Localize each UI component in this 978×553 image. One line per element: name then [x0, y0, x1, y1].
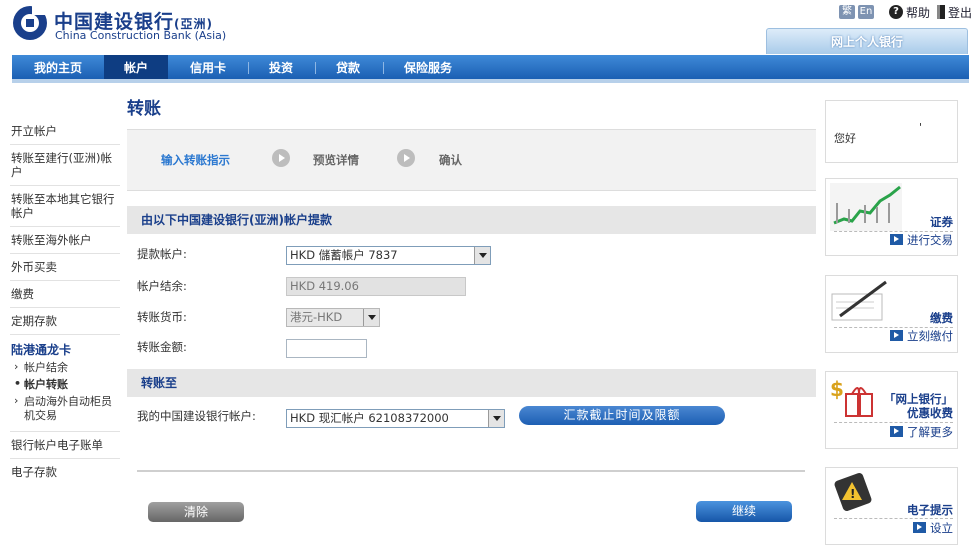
promo-box-bill-payment[interactable]: 缴费 立刻缴付 — [825, 275, 958, 353]
step-arrow-icon — [397, 149, 415, 167]
sidebar-sub-account-transfer[interactable]: 帐户转账 — [10, 377, 120, 394]
nav-insurance[interactable]: 保险服务 — [388, 55, 468, 79]
continue-button[interactable]: 继续 — [696, 501, 792, 522]
sidebar-item-e-deposit[interactable]: 电子存款 — [10, 459, 120, 485]
amount-label: 转账金额: — [137, 340, 187, 354]
cutoff-time-button[interactable]: 汇款截止时间及限额 — [519, 406, 725, 425]
clear-button[interactable]: 清除 — [148, 502, 244, 522]
pen-paper-icon — [831, 280, 887, 321]
arrow-right-icon — [890, 330, 903, 341]
sidebar-group-title: 陆港通龙卡 — [11, 343, 72, 357]
arrow-right-icon — [890, 426, 903, 437]
sidebar-item-transfer-local[interactable]: 转账至本地其它银行帐户 — [10, 186, 120, 227]
personal-banking-tab[interactable]: 网上个人银行 — [766, 28, 968, 54]
debit-section-header: 由以下中国建设银行(亚洲)帐户提款 — [127, 206, 816, 234]
step-confirm: 确认 — [439, 153, 462, 167]
dropdown-arrow-icon[interactable] — [488, 410, 504, 427]
arrow-right-icon — [890, 234, 903, 245]
step-preview: 预览详情 — [313, 153, 359, 167]
logout-link[interactable]: 登出 — [948, 4, 972, 21]
nav-separator — [248, 62, 249, 74]
promo-link-fee-offer[interactable]: 了解更多 — [890, 424, 953, 440]
left-sidebar: 开立帐户 转账至建行(亚洲)帐户 转账至本地其它银行帐户 转账至海外帐户 外币买… — [10, 118, 120, 485]
greeting-box: 您好 ' — [825, 100, 958, 163]
dropdown-arrow-icon[interactable] — [363, 309, 379, 326]
svg-text:!: ! — [850, 487, 855, 501]
promo-divider — [834, 518, 953, 519]
balance-value: HKD 419.06 — [286, 277, 466, 296]
nav-separator — [383, 62, 384, 74]
to-account-value: HKD 现汇帐户 62108372000 — [290, 411, 449, 425]
top-links: 繁 En ? 帮助 登出 — [838, 4, 972, 21]
sidebar-item-transfer-ccba[interactable]: 转账至建行(亚洲)帐户 — [10, 145, 120, 186]
promo-title-securities: 证券 — [930, 215, 953, 229]
greeting-text: 您好 — [834, 132, 856, 145]
arrow-right-icon — [913, 522, 926, 533]
sidebar-sub-account-balance[interactable]: 帐户结余 — [10, 360, 120, 377]
form-divider — [137, 470, 805, 472]
amount-input[interactable] — [286, 339, 367, 358]
svg-text:$: $ — [830, 377, 844, 401]
page-title: 转账 — [127, 99, 161, 119]
currency-select[interactable]: 港元-HKD — [286, 308, 380, 327]
gift-dollar-icon: $ — [830, 377, 873, 417]
help-icon[interactable]: ? — [888, 5, 903, 19]
sidebar-item-fx[interactable]: 外币买卖 — [10, 254, 120, 281]
english-toggle[interactable]: En — [857, 5, 874, 19]
currency-value: 港元-HKD — [290, 310, 343, 324]
traditional-chinese-toggle[interactable]: 繁 — [838, 5, 855, 19]
promo-link-e-alert[interactable]: 设立 — [913, 520, 953, 536]
logout-icon[interactable] — [936, 5, 945, 19]
help-link[interactable]: 帮助 — [906, 4, 930, 21]
main-nav: 我的主页 帐户 信用卡 投资 贷款 保险服务 — [12, 55, 969, 83]
promo-link-securities[interactable]: 进行交易 — [890, 232, 953, 248]
sidebar-item-estatement[interactable]: 银行帐户电子账单 — [10, 432, 120, 459]
stock-chart-icon — [830, 183, 902, 231]
nav-loans[interactable]: 贷款 — [318, 55, 378, 79]
promo-box-securities[interactable]: 证券 进行交易 — [825, 178, 958, 256]
step-arrow-icon — [272, 149, 290, 167]
to-account-select[interactable]: HKD 现汇帐户 62108372000 — [286, 409, 505, 428]
sidebar-item-open-account[interactable]: 开立帐户 — [10, 118, 120, 145]
promo-divider — [834, 422, 953, 423]
ccb-logo-icon — [13, 5, 48, 40]
nav-accounts[interactable]: 帐户 — [104, 55, 168, 79]
greeting-mark: ' — [919, 121, 923, 134]
nav-home[interactable]: 我的主页 — [12, 55, 104, 79]
promo-link-bill-payment[interactable]: 立刻缴付 — [890, 328, 953, 344]
nav-separator — [315, 62, 316, 74]
sidebar-item-bill-payment[interactable]: 缴费 — [10, 281, 120, 308]
progress-steps: 输入转账指示 预览详情 确认 — [127, 129, 816, 191]
withdraw-account-label: 提款帐户: — [137, 247, 187, 261]
currency-label: 转账货币: — [137, 310, 187, 324]
to-account-label: 我的中国建设银行帐户: — [137, 409, 256, 423]
dropdown-arrow-icon[interactable] — [474, 247, 490, 264]
step-input-instruction: 输入转账指示 — [161, 153, 230, 167]
withdraw-account-select[interactable]: HKD 儲蓄帳户 7837 — [286, 246, 491, 265]
credit-section-header: 转账至 — [127, 369, 816, 397]
phone-alert-icon: ! — [834, 472, 872, 512]
promo-title-bill-payment: 缴费 — [930, 311, 953, 325]
sidebar-group-dragon-card: 陆港通龙卡 帐户结余 帐户转账 启动海外自动柜员机交易 — [10, 335, 120, 432]
nav-investment[interactable]: 投资 — [252, 55, 310, 79]
promo-box-fee-offer[interactable]: $ 「网上银行」优惠收费 了解更多 — [825, 371, 958, 449]
withdraw-account-value: HKD 儲蓄帳户 7837 — [290, 248, 398, 262]
nav-credit-card[interactable]: 信用卡 — [172, 55, 244, 79]
promo-title-fee-offer: 「网上银行」优惠收费 — [884, 392, 953, 420]
logo-english-name: China Construction Bank (Asia) — [55, 29, 227, 42]
promo-title-e-alert: 电子提示 — [907, 503, 953, 517]
promo-box-e-alert[interactable]: ! 电子提示 设立 — [825, 467, 958, 545]
sidebar-item-time-deposit[interactable]: 定期存款 — [10, 308, 120, 335]
sidebar-sub-overseas-atm[interactable]: 启动海外自动柜员机交易 — [10, 394, 120, 425]
bank-logo[interactable]: 中国建设银行(亞洲) China Construction Bank (Asia… — [12, 5, 262, 45]
balance-label: 帐户结余: — [137, 279, 187, 293]
sidebar-item-transfer-overseas[interactable]: 转账至海外帐户 — [10, 227, 120, 254]
